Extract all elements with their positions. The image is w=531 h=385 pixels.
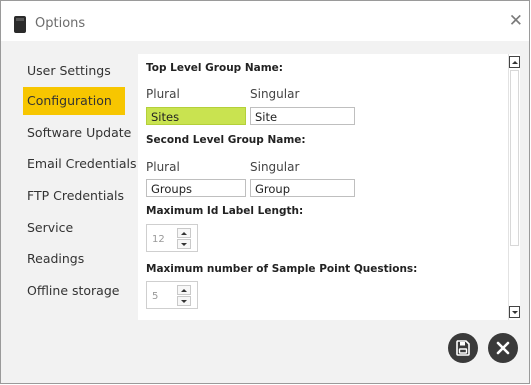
second-level-singular-label: Singular	[250, 160, 300, 174]
second-level-group-heading: Second Level Group Name:	[146, 134, 306, 146]
title-bar: Options ✕	[1, 1, 529, 41]
chevron-down-icon	[181, 242, 187, 246]
max-id-label-length-spinner[interactable]: 12	[146, 224, 198, 252]
sidebar-item-service[interactable]: Service	[23, 214, 77, 242]
chevron-up-icon	[181, 231, 187, 235]
cancel-button[interactable]	[488, 333, 518, 363]
sidebar-item-user-settings[interactable]: User Settings	[23, 57, 115, 85]
content-area: User Settings Configuration Software Upd…	[11, 41, 520, 378]
save-button[interactable]	[448, 333, 478, 363]
max-id-label-length-heading: Maximum Id Label Length:	[146, 205, 304, 217]
top-level-group-heading: Top Level Group Name:	[146, 62, 283, 74]
second-level-plural-input[interactable]: Groups	[146, 179, 246, 197]
top-level-singular-label: Singular	[250, 87, 300, 101]
sidebar-item-software-update[interactable]: Software Update	[23, 119, 135, 147]
max-sample-questions-value: 5	[152, 291, 159, 302]
top-level-singular-input[interactable]: Site	[250, 107, 355, 125]
sidebar-item-configuration[interactable]: Configuration	[23, 87, 125, 115]
app-icon	[14, 16, 26, 33]
sidebar-item-readings[interactable]: Readings	[23, 245, 88, 273]
save-icon	[456, 340, 470, 356]
scroll-down-button[interactable]	[509, 306, 520, 318]
options-window: Options ✕ User Settings Configuration So…	[0, 0, 530, 384]
top-level-plural-input[interactable]: Sites	[146, 107, 246, 125]
decrement-button[interactable]	[177, 239, 191, 249]
chevron-up-icon	[181, 288, 187, 292]
increment-button[interactable]	[177, 285, 191, 295]
sidebar-item-ftp-credentials[interactable]: FTP Credentials	[23, 182, 128, 210]
sidebar-item-offline-storage[interactable]: Offline storage	[23, 277, 123, 305]
top-level-plural-label: Plural	[146, 87, 180, 101]
arrow-down-icon	[511, 310, 518, 314]
vertical-scrollbar[interactable]	[508, 54, 520, 320]
second-level-plural-label: Plural	[146, 160, 180, 174]
chevron-down-icon	[181, 299, 187, 303]
cancel-icon	[496, 341, 510, 355]
max-id-label-length-value: 12	[152, 234, 165, 245]
configuration-panel: Top Level Group Name: Plural Singular Si…	[138, 54, 518, 320]
max-sample-questions-spinner[interactable]: 5	[146, 281, 198, 309]
window-title: Options	[35, 16, 86, 31]
scroll-up-button[interactable]	[509, 56, 520, 68]
decrement-button[interactable]	[177, 296, 191, 306]
increment-button[interactable]	[177, 228, 191, 238]
close-window-icon[interactable]: ✕	[509, 11, 523, 31]
sidebar-item-email-credentials[interactable]: Email Credentials	[23, 150, 141, 178]
scrollbar-thumb[interactable]	[510, 70, 519, 246]
max-sample-questions-heading: Maximum number of Sample Point Questions…	[146, 263, 418, 275]
second-level-singular-input[interactable]: Group	[250, 179, 355, 197]
arrow-up-icon	[511, 60, 518, 64]
